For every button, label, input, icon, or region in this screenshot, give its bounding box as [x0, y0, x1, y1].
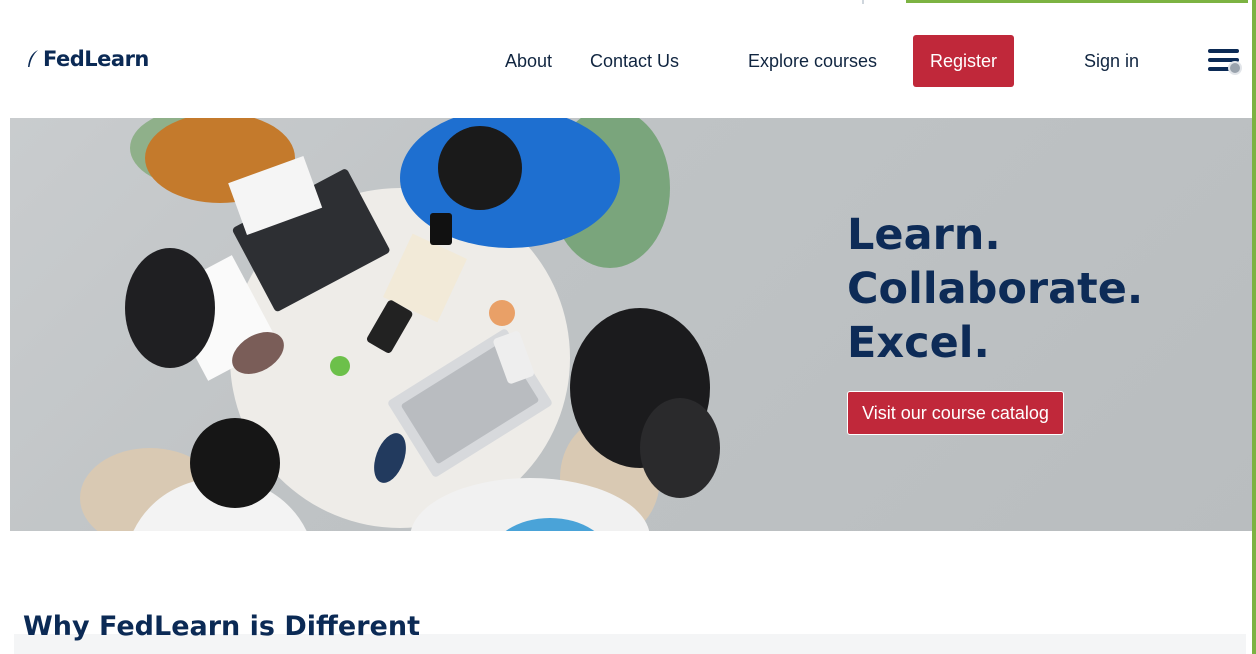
brand-name: FedLearn [43, 47, 149, 71]
site-header: FedLearn About Contact Us Explore course… [0, 0, 1252, 118]
course-catalog-button[interactable]: Visit our course catalog [847, 391, 1064, 435]
hero-headline: Learn. Collaborate. Excel. [847, 208, 1143, 370]
hero-line-excel: Excel. [847, 318, 990, 368]
students-collaborating-photo [80, 118, 720, 531]
window-edge [1252, 0, 1256, 654]
nav-about-link[interactable]: About [505, 49, 552, 73]
nav-contact-link[interactable]: Contact Us [590, 49, 679, 73]
hero-line-collaborate: Collaborate. [847, 264, 1144, 314]
hero-line-learn: Learn. [847, 210, 1001, 260]
sign-in-link[interactable]: Sign in [1084, 49, 1139, 73]
nav-explore-courses-link[interactable]: Explore courses [748, 49, 877, 73]
feather-logo-icon [28, 50, 38, 67]
cursor-indicator [1228, 61, 1242, 75]
hero-banner: Learn. Collaborate. Excel. Visit our cou… [10, 118, 1252, 531]
section-title: Why FedLearn is Different [23, 611, 420, 642]
hamburger-menu-icon[interactable] [1208, 49, 1242, 75]
register-button[interactable]: Register [913, 35, 1014, 87]
brand-logo[interactable]: FedLearn [26, 47, 149, 71]
